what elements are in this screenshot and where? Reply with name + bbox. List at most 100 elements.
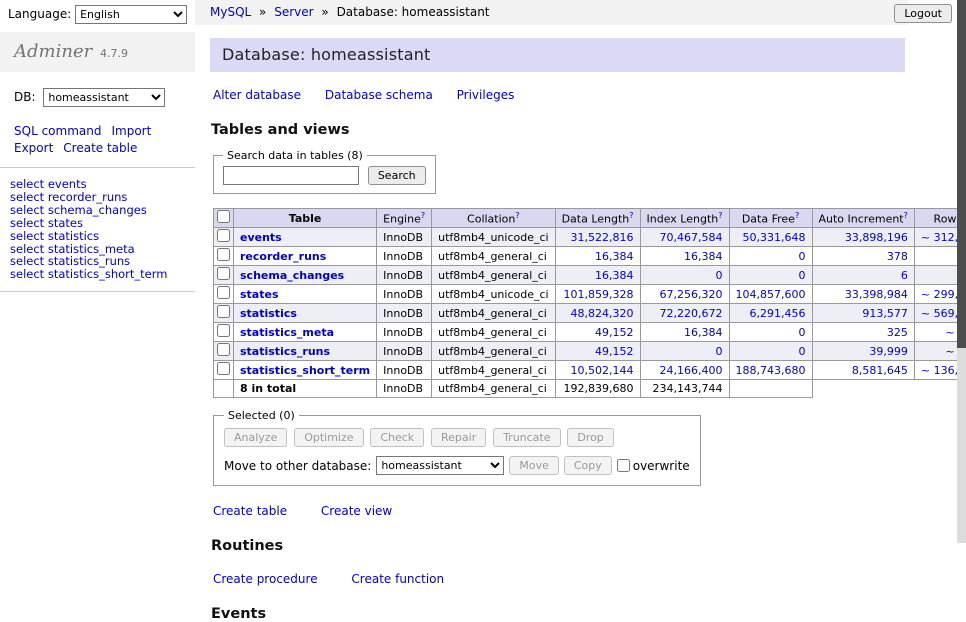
table-link[interactable]: schema_changes [240, 269, 344, 282]
row-checkbox[interactable] [217, 324, 230, 337]
help-icon[interactable]: ? [904, 211, 908, 220]
data-length-link[interactable]: 16,384 [595, 269, 634, 282]
row-checkbox[interactable] [217, 305, 230, 318]
data-free-link[interactable]: 6,291,456 [750, 307, 806, 320]
column-header-collation: Collation? [432, 209, 555, 228]
column-header-table[interactable]: Table [234, 209, 377, 228]
create-table-link[interactable]: Create table [213, 504, 287, 518]
index-length-link[interactable]: 16,384 [684, 250, 723, 263]
row-checkbox[interactable] [217, 267, 230, 280]
sidebar-item-select-schema-changes[interactable]: select schema_changes [10, 204, 185, 217]
breadcrumb-mysql-link[interactable]: MySQL [210, 5, 251, 19]
data-free-link[interactable]: 50,331,648 [743, 231, 806, 244]
index-length-link[interactable]: 16,384 [684, 326, 723, 339]
drop-button[interactable]: Drop [567, 428, 613, 447]
row-checkbox[interactable] [217, 229, 230, 242]
data-length-link[interactable]: 49,152 [595, 345, 634, 358]
index-length-link[interactable]: 72,220,672 [660, 307, 723, 320]
data-free-link[interactable]: 188,743,680 [736, 364, 806, 377]
truncate-button[interactable]: Truncate [493, 428, 560, 447]
auto-increment-link[interactable]: 33,898,196 [845, 231, 908, 244]
help-icon[interactable]: ? [515, 211, 519, 220]
sidebar-table-list: select events select recorder_runs selec… [0, 176, 195, 292]
index-length-link[interactable]: 67,256,320 [660, 288, 723, 301]
index-length-link[interactable]: 24,166,400 [660, 364, 723, 377]
auto-increment-link[interactable]: 6 [901, 269, 908, 282]
data-free-link[interactable]: 0 [799, 250, 806, 263]
row-checkbox[interactable] [217, 248, 230, 261]
help-icon[interactable]: ? [629, 211, 633, 220]
table-link[interactable]: events [240, 231, 282, 244]
copy-button[interactable]: Copy [564, 456, 612, 475]
table-link[interactable]: statistics_runs [240, 345, 330, 358]
data-length-link[interactable]: 49,152 [595, 326, 634, 339]
table-link[interactable]: statistics_short_term [240, 364, 370, 377]
help-icon[interactable]: ? [795, 211, 799, 220]
sidebar-item-select-statistics-short-term[interactable]: select statistics_short_term [10, 268, 185, 281]
auto-increment-link[interactable]: 39,999 [869, 345, 908, 358]
create-procedure-link[interactable]: Create procedure [213, 572, 318, 586]
database-schema-link[interactable]: Database schema [325, 88, 433, 102]
overwrite-option: overwrite [617, 459, 690, 473]
auto-increment-link[interactable]: 33,398,984 [845, 288, 908, 301]
data-length-link[interactable]: 10,502,144 [571, 364, 634, 377]
scrollbar-thumb[interactable] [957, 0, 966, 348]
sidebar-item-select-states[interactable]: select states [10, 217, 185, 230]
sidebar-item-select-statistics[interactable]: select statistics [10, 230, 185, 243]
alter-database-link[interactable]: Alter database [213, 88, 301, 102]
data-free-link[interactable]: 0 [799, 269, 806, 282]
engine-cell: InnoDB [377, 228, 432, 247]
check-button[interactable]: Check [370, 428, 424, 447]
repair-button[interactable]: Repair [431, 428, 486, 447]
data-length-link[interactable]: 48,824,320 [571, 307, 634, 320]
auto-increment-link[interactable]: 325 [887, 326, 908, 339]
data-length-link[interactable]: 16,384 [595, 250, 634, 263]
privileges-link[interactable]: Privileges [457, 88, 515, 102]
auto-increment-link[interactable]: 913,577 [862, 307, 908, 320]
table-link[interactable]: statistics_meta [240, 326, 334, 339]
data-free-link[interactable]: 104,857,600 [736, 288, 806, 301]
create-function-link[interactable]: Create function [351, 572, 444, 586]
sidebar-item-sql-command[interactable]: SQL command [14, 124, 101, 138]
search-input[interactable] [223, 166, 359, 185]
table-link[interactable]: statistics [240, 307, 297, 320]
sidebar-item-select-recorder-runs[interactable]: select recorder_runs [10, 191, 185, 204]
vertical-scrollbar[interactable] [957, 0, 966, 543]
auto-increment-link[interactable]: 8,581,645 [852, 364, 908, 377]
data-length-link[interactable]: 31,522,816 [571, 231, 634, 244]
move-button[interactable]: Move [509, 456, 559, 475]
data-free-link[interactable]: 0 [799, 326, 806, 339]
row-checkbox[interactable] [217, 362, 230, 375]
help-icon[interactable]: ? [421, 211, 425, 220]
data-free-link[interactable]: 0 [799, 345, 806, 358]
adminer-logo[interactable]: Adminer [14, 41, 92, 62]
move-database-select[interactable]: homeassistant [376, 456, 504, 475]
index-length-link[interactable]: 0 [716, 345, 723, 358]
create-view-link[interactable]: Create view [321, 504, 392, 518]
overwrite-checkbox[interactable] [617, 459, 630, 472]
sidebar-item-export[interactable]: Export [14, 141, 53, 155]
sidebar-item-create-table[interactable]: Create table [63, 141, 137, 155]
analyze-button[interactable]: Analyze [224, 428, 287, 447]
optimize-button[interactable]: Optimize [294, 428, 363, 447]
select-all-checkbox[interactable] [217, 210, 230, 223]
table-link[interactable]: recorder_runs [240, 250, 326, 263]
help-icon[interactable]: ? [718, 211, 722, 220]
data-length-link[interactable]: 101,859,328 [564, 288, 634, 301]
table-link[interactable]: states [240, 288, 279, 301]
column-header-engine: Engine? [377, 209, 432, 228]
engine-cell: InnoDB [377, 247, 432, 266]
sidebar-item-select-events[interactable]: select events [10, 178, 185, 191]
logout-button[interactable]: Logout [894, 4, 952, 23]
index-length-link[interactable]: 70,467,584 [660, 231, 723, 244]
row-checkbox[interactable] [217, 343, 230, 356]
language-select[interactable]: English [75, 5, 187, 24]
sidebar-item-import[interactable]: Import [111, 124, 151, 138]
auto-increment-link[interactable]: 378 [887, 250, 908, 263]
row-checkbox[interactable] [217, 286, 230, 299]
collation-cell: utf8mb4_general_ci [432, 323, 555, 342]
index-length-link[interactable]: 0 [716, 269, 723, 282]
search-button[interactable]: Search [368, 166, 426, 185]
db-select[interactable]: homeassistant [43, 88, 165, 107]
breadcrumb-server-link[interactable]: Server [274, 5, 313, 19]
